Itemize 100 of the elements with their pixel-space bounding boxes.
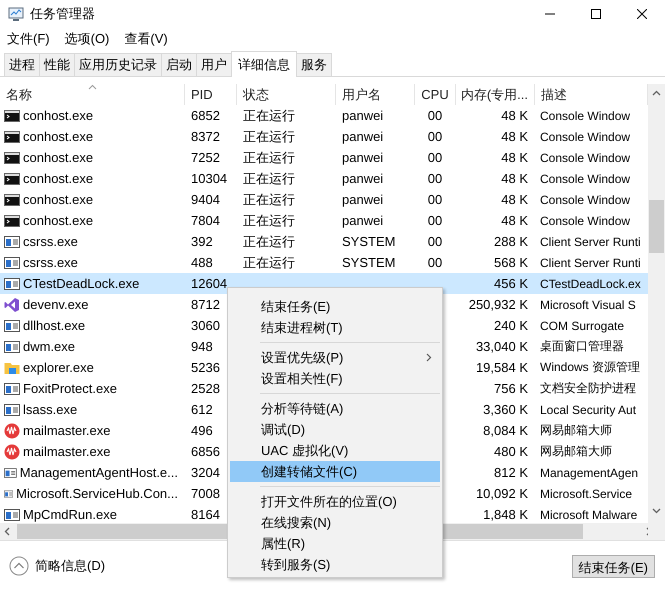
description-cell: Client Server Runti: [540, 234, 641, 248]
memory-cell: 48 K: [501, 129, 528, 144]
process-name: devenv.exe: [23, 297, 89, 312]
user-cell: panwei: [342, 129, 384, 144]
memory-cell: 48 K: [501, 171, 528, 186]
pid-cell: 8164: [191, 507, 220, 522]
status-cell: 正在运行: [243, 106, 295, 124]
description-cell: Local Security Aut: [540, 402, 636, 416]
process-name: csrss.exe: [23, 234, 78, 249]
pid-cell: 6856: [191, 444, 220, 459]
cpu-cell: 00: [428, 192, 442, 207]
status-cell: 正在运行: [243, 170, 295, 188]
process-name: conhost.exe: [23, 150, 94, 165]
description-cell: Windows 资源管理: [540, 359, 640, 376]
user-cell: panwei: [342, 171, 384, 186]
status-cell: 正在运行: [243, 190, 295, 208]
description-cell: CTestDeadLock.ex: [540, 276, 641, 290]
pid-cell: 948: [191, 339, 213, 354]
status-cell: 正在运行: [243, 254, 295, 272]
pid-cell: 7804: [191, 213, 220, 228]
pid-cell: 8712: [191, 297, 220, 312]
pid-cell: 3204: [191, 465, 220, 480]
process-name: dwm.exe: [23, 339, 76, 354]
pid-cell: 612: [191, 402, 213, 417]
memory-cell: 48 K: [501, 108, 528, 123]
description-cell: 网易邮箱大师: [540, 443, 612, 460]
process-name: conhost.exe: [23, 213, 94, 228]
pid-cell: 9404: [191, 192, 220, 207]
pid-cell: 488: [191, 255, 213, 270]
status-cell: 正在运行: [243, 148, 295, 166]
description-cell: Microsoft Visual S: [540, 298, 636, 312]
cpu-cell: 00: [428, 171, 442, 186]
process-name: dllhost.exe: [23, 318, 86, 333]
process-name: mailmaster.exe: [23, 423, 110, 438]
user-cell: panwei: [342, 192, 384, 207]
user-cell: panwei: [342, 108, 384, 123]
description-cell: 文档安全防护进程: [540, 380, 636, 397]
process-name: Microsoft.ServiceHub.Con...: [16, 486, 178, 501]
memory-cell: 756 K: [494, 381, 528, 396]
memory-cell: 8,084 K: [483, 423, 528, 438]
description-cell: COM Surrogate: [540, 318, 624, 332]
process-name: mailmaster.exe: [23, 444, 110, 459]
cpu-cell: 00: [428, 108, 442, 123]
process-name: FoxitProtect.exe: [23, 381, 117, 396]
pid-cell: 7252: [191, 150, 220, 165]
memory-cell: 48 K: [501, 150, 528, 165]
memory-cell: 480 K: [494, 444, 528, 459]
memory-cell: 19,584 K: [476, 360, 528, 375]
cpu-cell: 00: [428, 255, 442, 270]
details-label: 简略信息(D): [35, 557, 106, 575]
window-title: 任务管理器: [30, 5, 96, 23]
pid-cell: 6852: [191, 108, 220, 123]
status-cell: 正在运行: [243, 128, 295, 146]
pid-cell: 5236: [191, 360, 220, 375]
memory-cell: 48 K: [501, 192, 528, 207]
memory-cell: 48 K: [501, 213, 528, 228]
description-cell: 网易邮箱大师: [540, 422, 612, 439]
pid-cell: 12604: [191, 276, 228, 291]
memory-cell: 456 K: [494, 276, 528, 291]
description-cell: Microsoft.Service: [540, 486, 632, 500]
memory-cell: 288 K: [494, 234, 528, 249]
user-cell: panwei: [342, 150, 384, 165]
description-cell: ManagementAgen: [540, 466, 638, 480]
pid-cell: 2528: [191, 381, 220, 396]
pid-cell: 496: [191, 423, 213, 438]
description-cell: 桌面窗口管理器: [540, 338, 624, 355]
description-cell: Console Window: [540, 172, 630, 186]
description-cell: Console Window: [540, 192, 630, 206]
memory-cell: 812 K: [494, 465, 528, 480]
process-name: csrss.exe: [23, 255, 78, 270]
cpu-cell: 00: [428, 129, 442, 144]
memory-cell: 1,848 K: [483, 507, 528, 522]
status-cell: 正在运行: [243, 212, 295, 230]
memory-cell: 10,092 K: [476, 486, 528, 501]
pid-cell: 8372: [191, 129, 220, 144]
memory-cell: 568 K: [494, 255, 528, 270]
user-cell: panwei: [342, 213, 384, 228]
pid-cell: 10304: [191, 171, 228, 186]
process-name: CTestDeadLock.exe: [23, 276, 140, 291]
process-name: MpCmdRun.exe: [23, 507, 117, 522]
memory-cell: 240 K: [494, 318, 528, 333]
process-name: lsass.exe: [23, 402, 78, 417]
description-cell: Console Window: [540, 214, 630, 228]
process-name: conhost.exe: [23, 129, 94, 144]
memory-cell: 33,040 K: [476, 339, 528, 354]
user-cell: SYSTEM: [342, 255, 396, 270]
cpu-cell: 00: [428, 234, 442, 249]
process-name: conhost.exe: [23, 171, 94, 186]
process-name: ManagementAgentHost.e...: [20, 465, 178, 480]
cpu-cell: 00: [428, 213, 442, 228]
memory-cell: 250,932 K: [468, 297, 528, 312]
description-cell: Console Window: [540, 130, 630, 144]
description-cell: Client Server Runti: [540, 256, 641, 270]
cpu-cell: 00: [428, 150, 442, 165]
description-cell: Console Window: [540, 108, 630, 122]
status-cell: 正在运行: [243, 232, 295, 250]
description-cell: Microsoft Malware: [540, 508, 638, 522]
pid-cell: 392: [191, 234, 213, 249]
pid-cell: 3060: [191, 318, 220, 333]
process-name: conhost.exe: [23, 108, 94, 123]
